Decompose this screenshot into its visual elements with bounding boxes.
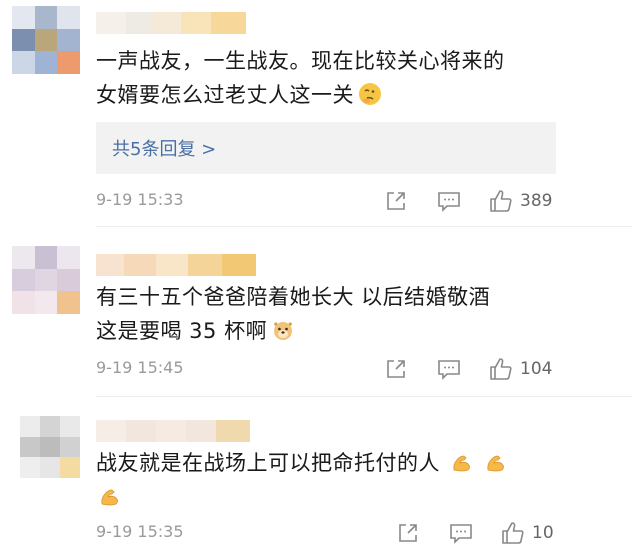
comment-text-line: 一声战友，一生战友。现在比较关心将来的: [96, 49, 505, 73]
comment-item-1: 一声战友，一生战友。现在比较关心将来的 女婿要怎么过老丈人这一关 共5条回复 >…: [0, 0, 632, 225]
avatar[interactable]: [20, 416, 80, 478]
like-count: 104: [520, 359, 553, 379]
comment-item-2: 有三十五个爸爸陪着她长大 以后结婚敬酒 这是要喝 35 杯啊 9-19 15:4…: [0, 230, 632, 400]
divider: [96, 396, 632, 397]
username-blurred[interactable]: [96, 420, 250, 442]
comment-time: 9-19 15:33: [96, 190, 184, 209]
comment-text: 战友就是在战场上可以把命托付的人: [96, 446, 616, 514]
forward-button[interactable]: [396, 518, 420, 548]
comment-text-line1: 战友就是在战场上可以把命托付的人: [96, 451, 440, 475]
like-count: 10: [532, 523, 554, 543]
comment-text: 一声战友，一生战友。现在比较关心将来的 女婿要怎么过老丈人这一关: [96, 44, 616, 112]
comment-time: 9-19 15:45: [96, 358, 184, 377]
username-blurred[interactable]: [96, 254, 256, 276]
avatar[interactable]: [12, 6, 80, 74]
like-button[interactable]: 104: [488, 354, 552, 384]
comment-meta: 9-19 15:45 104: [96, 354, 632, 384]
comment-text-line: 这是要喝 35 杯啊: [96, 314, 616, 348]
comment-icon: [438, 360, 460, 380]
doge-emoji-icon: [271, 318, 295, 342]
thumbs-up-icon: [490, 190, 512, 212]
comment-meta: 9-19 15:35 10: [96, 518, 632, 548]
like-button[interactable]: 10: [500, 518, 554, 548]
reply-button[interactable]: [436, 354, 462, 384]
flexed-biceps-icon: [98, 484, 122, 508]
forward-icon: [387, 192, 405, 210]
view-replies-label: 共5条回复 >: [112, 139, 217, 160]
comment-text-line2: 女婿要怎么过老丈人这一关: [96, 83, 354, 107]
like-count: 389: [520, 191, 553, 211]
reply-button[interactable]: [436, 186, 462, 216]
comment-text-line: 女婿要怎么过老丈人这一关: [96, 78, 616, 112]
divider: [96, 226, 632, 227]
forward-button[interactable]: [384, 186, 408, 216]
thumbs-up-icon: [490, 358, 512, 380]
like-button[interactable]: 389: [488, 186, 552, 216]
flexed-biceps-icon: [484, 450, 508, 474]
comment-icon: [438, 192, 460, 212]
comment-text-line2: 这是要喝 35 杯啊: [96, 319, 268, 343]
forward-icon: [387, 360, 405, 378]
thumbs-up-icon: [502, 522, 524, 544]
comment-meta: 9-19 15:33 389: [96, 186, 632, 216]
reply-button[interactable]: [448, 518, 474, 548]
thinking-emoji-icon: [358, 82, 382, 106]
comment-time: 9-19 15:35: [96, 522, 184, 541]
comment-item-3: 战友就是在战场上可以把命托付的人 9-19 15:35 10: [0, 400, 632, 560]
avatar[interactable]: [12, 246, 80, 314]
forward-icon: [399, 524, 417, 542]
view-replies-button[interactable]: 共5条回复 >: [96, 122, 556, 174]
comment-text-line: 有三十五个爸爸陪着她长大 以后结婚敬酒: [96, 285, 491, 309]
username-blurred[interactable]: [96, 12, 246, 34]
forward-button[interactable]: [384, 354, 408, 384]
comment-text-line: [96, 480, 616, 514]
comment-text-line: 战友就是在战场上可以把命托付的人: [96, 446, 616, 480]
comment-icon: [450, 524, 472, 544]
comment-text: 有三十五个爸爸陪着她长大 以后结婚敬酒 这是要喝 35 杯啊: [96, 280, 616, 348]
flexed-biceps-icon: [450, 450, 474, 474]
